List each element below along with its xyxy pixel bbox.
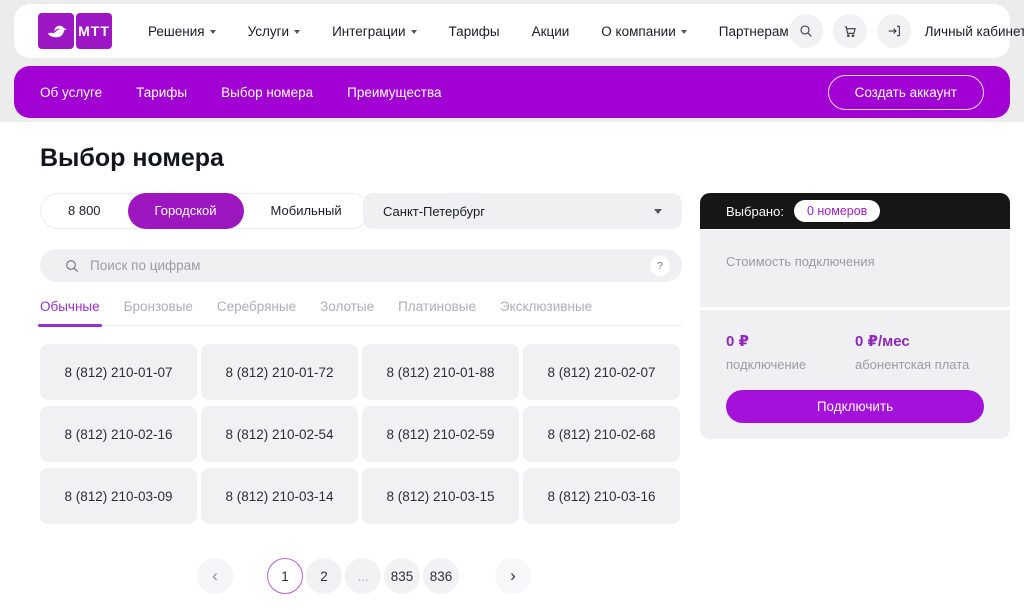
prev-page-button[interactable]: ‹ — [197, 558, 233, 594]
cart-summary-header: Выбрано: 0 номеров — [700, 193, 1010, 229]
phone-number-card[interactable]: 8 (812) 210-03-14 — [201, 468, 358, 524]
phone-number-card[interactable]: 8 (812) 210-02-16 — [40, 406, 197, 462]
next-page-button[interactable]: › — [495, 558, 531, 594]
phone-number-card[interactable]: 8 (812) 210-02-07 — [523, 344, 680, 400]
phone-number-card[interactable]: 8 (812) 210-02-54 — [201, 406, 358, 462]
phone-number-grid: 8 (812) 210-01-07 8 (812) 210-01-72 8 (8… — [40, 344, 685, 524]
selected-label: Выбрано: — [726, 204, 784, 219]
type-tab-8800[interactable]: 8 800 — [41, 193, 128, 229]
phone-number-card[interactable]: 8 (812) 210-02-68 — [523, 406, 680, 462]
chevron-down-icon — [294, 30, 300, 34]
phone-number-card[interactable]: 8 (812) 210-02-59 — [362, 406, 519, 462]
login-icon — [886, 23, 902, 39]
subnav-item-number-choice[interactable]: Выбор номера — [221, 85, 313, 100]
category-tab-exclusive[interactable]: Эксклюзивные — [500, 299, 592, 325]
page-button-1[interactable]: 1 — [267, 558, 303, 594]
phone-number-card[interactable]: 8 (812) 210-03-16 — [523, 468, 680, 524]
chevron-down-icon — [210, 30, 216, 34]
type-tab-city[interactable]: Городской — [128, 193, 244, 229]
number-category-tabs: Обычные Бронзовые Серебряные Золотые Пла… — [40, 299, 682, 326]
cart-button[interactable] — [833, 14, 867, 48]
cart-icon — [842, 23, 858, 39]
header-actions: Личный кабинет — [789, 14, 1024, 48]
main-header: МТТ Решения Услуги Интеграции Тарифы Акц… — [14, 4, 1010, 58]
nav-item-tariffs[interactable]: Тарифы — [449, 24, 500, 39]
type-tab-mobile[interactable]: Мобильный — [244, 193, 369, 229]
monthly-price-label: абонентская плата — [855, 357, 984, 372]
phone-number-card[interactable]: 8 (812) 210-01-07 — [40, 344, 197, 400]
digits-search-bar: ? — [40, 249, 682, 282]
nav-item-integrations[interactable]: Интеграции — [332, 24, 416, 39]
page-button-835[interactable]: 835 — [384, 558, 420, 594]
service-subnav: Об услуге Тарифы Выбор номера Преимущест… — [14, 66, 1010, 118]
search-icon — [798, 23, 814, 39]
mtt-logo[interactable]: МТТ — [38, 13, 112, 49]
category-tab-platinum[interactable]: Платиновые — [398, 299, 476, 325]
price-summary-panel: 0 ₽ подключение 0 ₽/мес абонентская плат… — [700, 310, 1010, 439]
connect-button[interactable]: Подключить — [726, 390, 984, 423]
number-type-switcher: 8 800 Городской Мобильный — [40, 193, 370, 229]
monthly-price: 0 ₽/мес — [855, 332, 984, 350]
chevron-down-icon — [654, 209, 662, 214]
category-tab-silver[interactable]: Серебряные — [217, 299, 296, 325]
chevron-down-icon — [681, 30, 687, 34]
subnav-item-tariffs[interactable]: Тарифы — [136, 85, 187, 100]
nav-item-solutions[interactable]: Решения — [148, 24, 216, 39]
category-tab-regular[interactable]: Обычные — [40, 299, 100, 325]
phone-number-card[interactable]: 8 (812) 210-03-15 — [362, 468, 519, 524]
subnav-item-about-service[interactable]: Об услуге — [40, 85, 102, 100]
city-select[interactable]: Санкт-Петербург — [363, 193, 682, 229]
phone-number-card[interactable]: 8 (812) 210-01-72 — [201, 344, 358, 400]
search-help-button[interactable]: ? — [650, 256, 670, 276]
nav-item-partners[interactable]: Партнерам — [719, 24, 789, 39]
connection-cost-panel: Стоимость подключения — [700, 230, 1010, 307]
main-navigation: Решения Услуги Интеграции Тарифы Акции О… — [148, 24, 789, 39]
nav-item-promos[interactable]: Акции — [532, 24, 570, 39]
subnav-item-advantages[interactable]: Преимущества — [347, 85, 441, 100]
connection-cost-title: Стоимость подключения — [726, 254, 984, 269]
search-button[interactable] — [789, 14, 823, 48]
nav-item-services[interactable]: Услуги — [248, 24, 301, 39]
category-tab-bronze[interactable]: Бронзовые — [124, 299, 193, 325]
logo-text: МТТ — [78, 23, 110, 39]
city-select-value: Санкт-Петербург — [383, 204, 485, 219]
create-account-button[interactable]: Создать аккаунт — [828, 75, 984, 110]
phone-number-card[interactable]: 8 (812) 210-03-09 — [40, 468, 197, 524]
category-tab-gold[interactable]: Золотые — [320, 299, 374, 325]
pagination: ‹ 1 2 ... 835 836 › — [197, 558, 531, 594]
nav-item-about[interactable]: О компании — [601, 24, 686, 39]
page-button-836[interactable]: 836 — [423, 558, 459, 594]
connection-price: 0 ₽ — [726, 332, 855, 350]
chevron-down-icon — [411, 30, 417, 34]
page-title: Выбор номера — [40, 144, 224, 173]
account-link[interactable]: Личный кабинет — [925, 24, 1024, 39]
selected-count-badge[interactable]: 0 номеров — [794, 200, 880, 222]
search-icon — [64, 258, 80, 274]
connection-price-label: подключение — [726, 357, 855, 372]
phone-number-card[interactable]: 8 (812) 210-01-88 — [362, 344, 519, 400]
digits-search-input[interactable] — [90, 258, 650, 273]
page-button-2[interactable]: 2 — [306, 558, 342, 594]
login-button[interactable] — [877, 14, 911, 48]
page-ellipsis: ... — [345, 558, 381, 594]
bird-logo-icon — [38, 13, 74, 49]
